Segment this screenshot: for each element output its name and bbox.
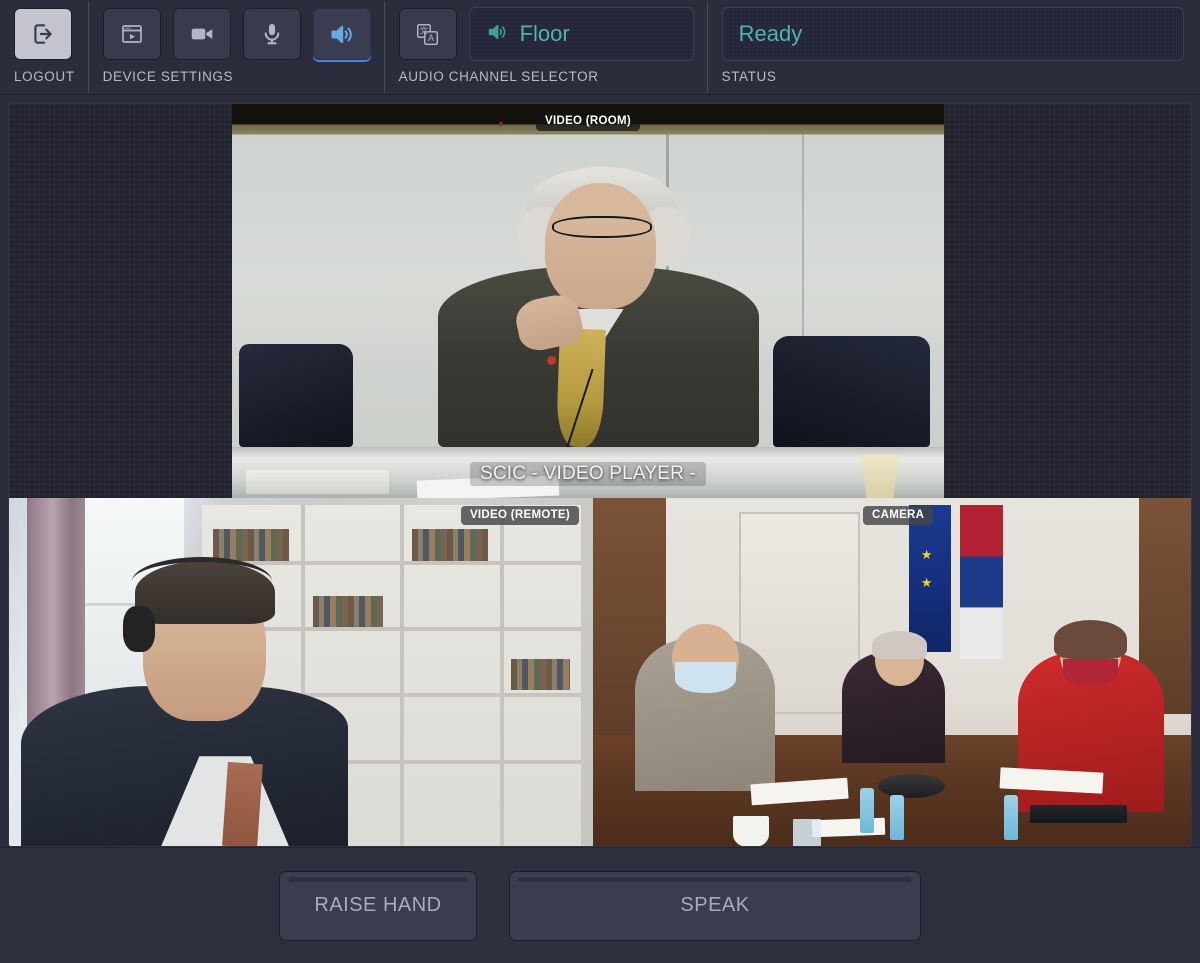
logout-label: LOGOUT <box>14 69 75 84</box>
shelf-divider-3 <box>499 504 504 846</box>
media-window-icon <box>120 22 144 46</box>
video-tile-remote[interactable]: VIDEO (REMOTE) <box>9 498 593 846</box>
camera-video-frame: ★ ★ <box>593 498 1191 846</box>
toolbar-group-logout: LOGOUT <box>0 0 89 95</box>
speaker-button[interactable] <box>312 8 371 60</box>
video-room-badge: VIDEO (ROOM) <box>535 112 641 131</box>
video-camera-icon <box>189 21 215 47</box>
audio-channel-selector-label: AUDIO CHANNEL SELECTOR <box>398 69 599 84</box>
logout-button[interactable] <box>14 8 72 60</box>
translate-button[interactable]: 文 A <box>398 8 457 60</box>
headset-band <box>131 557 272 606</box>
selected-channel-label: Floor <box>519 21 570 46</box>
speak-button[interactable]: SPEAK <box>509 870 921 941</box>
video-tile-room[interactable]: VIDEO (ROOM) SCIC - VIDEO PLAYER - <box>232 104 944 498</box>
video-stage: VIDEO (ROOM) SCIC - VIDEO PLAYER - VIDEO… <box>8 103 1192 847</box>
camera-participant-3-mask <box>1063 658 1119 687</box>
camera-button[interactable] <box>172 8 231 60</box>
chair-right <box>773 336 930 447</box>
books-row-1 <box>213 529 290 561</box>
video-area: VIDEO (ROOM) SCIC - VIDEO PLAYER - VIDEO… <box>0 95 1200 847</box>
eu-flag-star-1: ★ <box>920 546 933 562</box>
action-bar: RAISE HAND SPEAK <box>0 847 1200 963</box>
top-toolbar: LOGOUT DEVICE SETTINGS 文 A Floor AUDIO C… <box>0 0 1200 95</box>
books-row-3 <box>312 595 383 628</box>
speaker-icon <box>328 21 355 48</box>
toolbar-group-audio-channel: 文 A Floor AUDIO CHANNEL SELECTOR <box>385 0 708 95</box>
camera-participant-2-hair <box>872 630 927 659</box>
books-row-4 <box>511 658 570 690</box>
eu-flag-star-2: ★ <box>920 574 933 590</box>
coffee-cup <box>732 815 770 846</box>
remote-video-frame <box>9 498 593 846</box>
video-player-window-button[interactable] <box>102 8 161 60</box>
desk-keyboard <box>246 470 389 495</box>
camera-participant-3-hair <box>1054 620 1128 659</box>
glasses-icon <box>552 216 653 238</box>
video-camera-badge: CAMERA <box>863 506 934 525</box>
water-bottle-2 <box>890 794 905 841</box>
video-remote-badge: VIDEO (REMOTE) <box>460 506 579 525</box>
room-video-frame <box>232 104 944 498</box>
microphone-button[interactable] <box>242 8 301 60</box>
channel-speaker-icon <box>486 21 508 48</box>
headset-earcup <box>122 606 155 652</box>
status-label: STATUS <box>721 69 777 84</box>
video-tile-camera[interactable]: ★ ★ CAMERA <box>593 498 1191 846</box>
audio-channel-select[interactable]: Floor <box>468 7 694 61</box>
recording-indicator-dot <box>499 122 503 127</box>
toolbar-group-device-settings: DEVICE SETTINGS <box>89 0 385 95</box>
speaker-face <box>545 182 656 309</box>
speakerphone-device <box>878 773 946 799</box>
books-row-2 <box>411 529 488 561</box>
logout-icon <box>30 21 56 47</box>
shelf-board-1 <box>201 560 582 565</box>
remote-participant-tie <box>222 762 263 846</box>
mic-active-indicator <box>546 356 556 366</box>
toolbar-group-status: Ready STATUS <box>708 0 1200 95</box>
camera-participant-1-mask <box>674 662 736 694</box>
video-player-caption: SCIC - VIDEO PLAYER - <box>469 462 707 486</box>
microphone-icon <box>259 21 285 47</box>
svg-text:A: A <box>428 33 434 43</box>
translate-icon: 文 A <box>415 22 440 47</box>
status-field: Ready <box>721 7 1184 61</box>
water-bottle-3 <box>1003 794 1018 841</box>
device-settings-label: DEVICE SETTINGS <box>102 69 234 84</box>
table-keyboard <box>1030 805 1128 823</box>
water-bottle-1 <box>860 787 875 834</box>
chair-left <box>239 344 354 447</box>
shelf-divider-2 <box>400 504 405 846</box>
status-value: Ready <box>738 21 803 46</box>
drinking-glass <box>793 819 821 846</box>
raise-hand-button[interactable]: RAISE HAND <box>279 870 477 941</box>
national-flag <box>960 504 1003 659</box>
conference-client-window: LOGOUT DEVICE SETTINGS 文 A Floor AUDIO C… <box>0 0 1200 963</box>
